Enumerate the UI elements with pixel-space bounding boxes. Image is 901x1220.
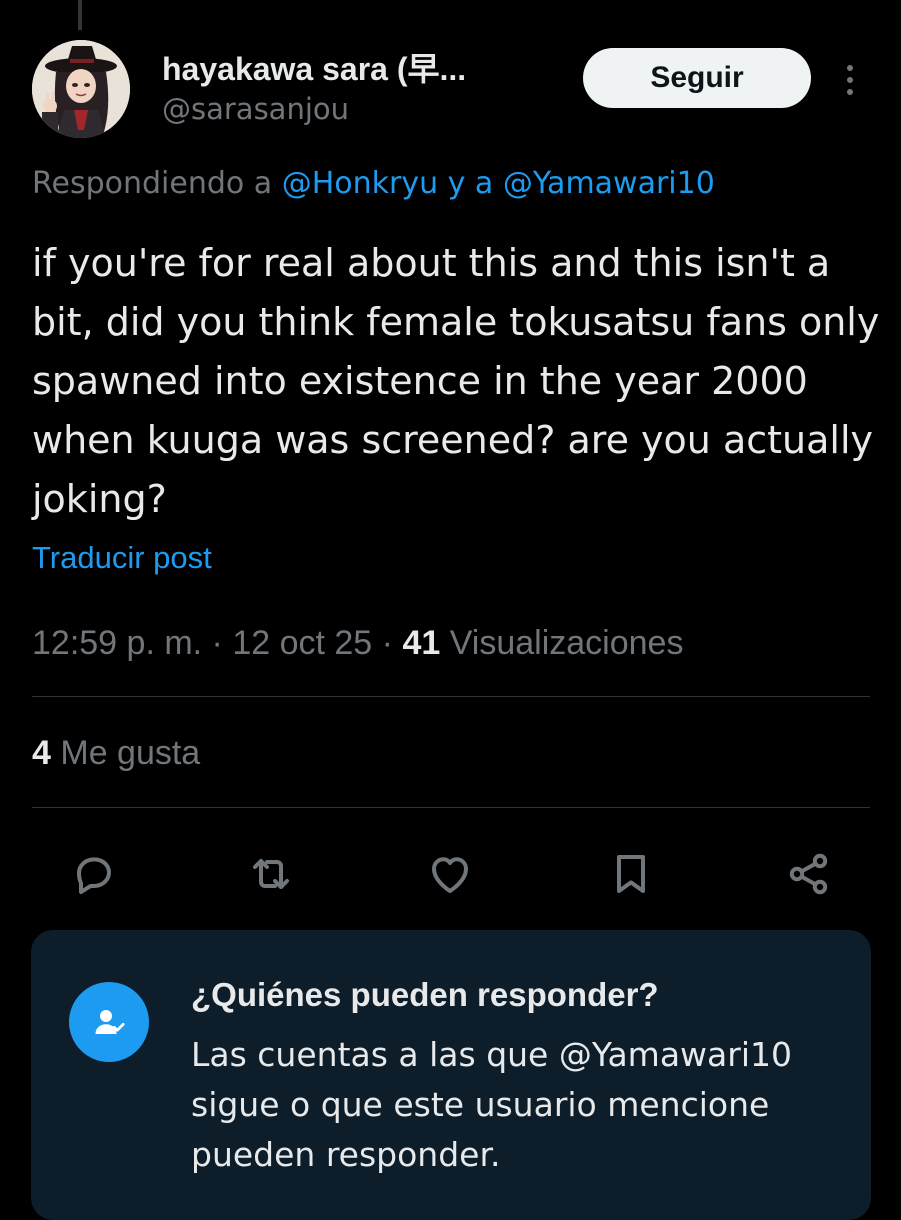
author-handle[interactable]: @sarasanjou (162, 92, 349, 126)
tweet-time[interactable]: 12:59 p. m. (32, 624, 202, 662)
who-can-reply-body: Las cuentas a las que @Yamawari10 sigue … (191, 1035, 792, 1174)
likes-count[interactable]: 4 (32, 734, 51, 772)
mention-link-yamawari10[interactable]: @Yamawari10 (503, 166, 715, 201)
avatar-image (32, 40, 130, 138)
meta-separator: · (372, 624, 403, 662)
tweet-meta: 12:59 p. m. · 12 oct 25 · 41 Visualizaci… (32, 624, 683, 663)
replying-to-connector[interactable]: y a (438, 166, 503, 201)
who-can-reply-card: ¿Quiénes pueden responder? Las cuentas a… (31, 930, 871, 1220)
like-icon[interactable] (420, 844, 480, 904)
meta-separator: · (202, 624, 233, 662)
reply-icon[interactable] (64, 844, 124, 904)
likes-stat[interactable]: 4 Me gusta (32, 734, 200, 773)
likes-label[interactable]: Me gusta (51, 734, 200, 772)
tweet-actions (0, 838, 901, 908)
replying-to: Respondiendo a @Honkryu y a @Yamawari10 (32, 166, 715, 201)
replying-to-prefix: Respondiendo a (32, 166, 282, 201)
translate-post-link[interactable]: Traducir post (32, 540, 212, 576)
follow-button[interactable]: Seguir (583, 48, 811, 108)
tweet-header: hayakawa sara (早... @sarasanjou Seguir (0, 0, 901, 150)
author-avatar[interactable] (32, 40, 130, 138)
mention-link-honkryu[interactable]: @Honkryu (282, 166, 438, 201)
bookmark-icon[interactable] (601, 844, 661, 904)
views-label[interactable]: Visualizaciones (440, 624, 684, 662)
tweet-text: if you're for real about this and this i… (32, 241, 880, 521)
share-icon[interactable] (779, 844, 839, 904)
divider (32, 696, 870, 697)
repost-icon[interactable] (241, 844, 301, 904)
tweet-date[interactable]: 12 oct 25 (232, 624, 372, 662)
user-check-icon (69, 982, 149, 1062)
views-count[interactable]: 41 (402, 624, 440, 662)
author-display-name[interactable]: hayakawa sara (早... (162, 44, 466, 90)
divider (32, 807, 870, 808)
more-vertical-icon[interactable] (835, 60, 865, 100)
who-can-reply-title: ¿Quiénes pueden responder? (191, 976, 659, 1013)
